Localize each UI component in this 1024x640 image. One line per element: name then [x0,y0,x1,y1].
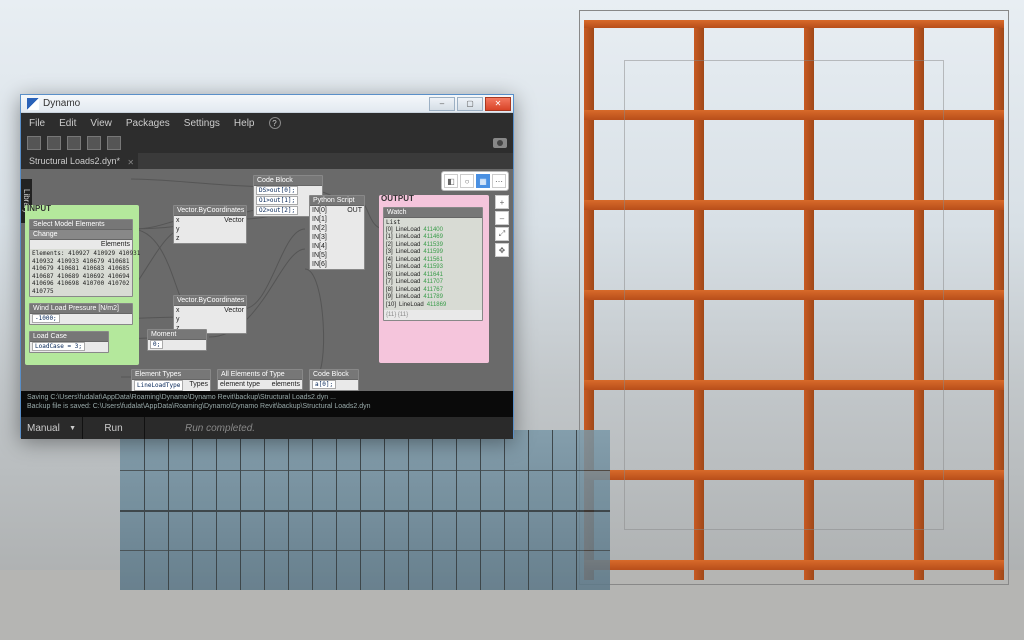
camera-icon[interactable] [493,138,507,148]
view-mode-2[interactable]: ○ [460,174,474,188]
help-icon[interactable]: ? [269,117,281,129]
node-all-elements-of-type[interactable]: All Elements of Type element typeelement… [217,369,303,390]
view-mode-3[interactable]: ▦ [476,174,490,188]
node-moment[interactable]: Moment 0; [147,329,207,351]
close-button[interactable]: ✕ [485,97,511,111]
dynamo-window: Dynamo – ▢ ✕ File Edit View Packages Set… [20,94,514,438]
console: Saving C:\Users\fudalat\AppData\Roaming\… [21,391,513,417]
view-mode-4[interactable]: ⋯ [492,174,506,188]
node-watch[interactable]: Watch List[0]LineLoad411400[1]LineLoad41… [383,207,483,321]
run-button[interactable]: Run [83,417,145,439]
node-select-elements[interactable]: Select Model Elements Change Elements El… [29,219,133,297]
tab-document[interactable]: Structural Loads2.dyn* ✕ [21,153,138,169]
minimize-button[interactable]: – [429,97,455,111]
menu-help[interactable]: Help [234,118,255,129]
glass-building [120,430,610,590]
run-mode-dropdown[interactable]: Manual ▼ [21,417,83,439]
menu-edit[interactable]: Edit [59,118,76,129]
pan-button[interactable]: ✥ [495,243,509,257]
node-vector1[interactable]: Vector.ByCoordinates xVector y z [173,205,247,244]
node-wind-pressure[interactable]: Wind Load Pressure [N/m2] -1000; [29,303,133,325]
menu-settings[interactable]: Settings [184,118,220,129]
redo-button[interactable] [107,136,121,150]
maximize-button[interactable]: ▢ [457,97,483,111]
open-button[interactable] [47,136,61,150]
menubar: File Edit View Packages Settings Help ? [21,113,513,133]
runbar: Manual ▼ Run Run completed. [21,417,513,439]
tabbar: Structural Loads2.dyn* ✕ [21,153,513,169]
watch-list: List[0]LineLoad411400[1]LineLoad411469[2… [384,218,482,310]
toolbar [21,133,513,153]
view-mode-1[interactable]: ◧ [444,174,458,188]
tab-label: Structural Loads2.dyn* [29,156,120,166]
zoom-fit-button[interactable]: ⤢ [495,227,509,241]
app-icon [27,98,39,110]
node-python-script[interactable]: Python Script IN[0]OUT IN[1] IN[2] IN[3]… [309,195,365,270]
window-title: Dynamo [43,98,80,109]
group-input-label: INPUT [27,204,51,213]
run-status: Run completed. [145,423,295,434]
undo-button[interactable] [87,136,101,150]
zoom-out-button[interactable]: – [495,211,509,225]
node-code-block-2[interactable]: Code Block a[0]; [309,369,359,391]
new-button[interactable] [27,136,41,150]
node-element-types[interactable]: Element Types LineLoadTypeTypes [131,369,211,391]
graph-canvas[interactable]: Library ◧ ○ ▦ ⋯ + – ⤢ ✥ [21,169,513,391]
caret-down-icon: ▼ [69,425,76,432]
zoom-in-button[interactable]: + [495,195,509,209]
node-load-case[interactable]: Load Case LoadCase = 3; [29,331,109,353]
menu-packages[interactable]: Packages [126,118,170,129]
titlebar[interactable]: Dynamo – ▢ ✕ [21,95,513,113]
save-button[interactable] [67,136,81,150]
menu-file[interactable]: File [29,118,45,129]
group-output-label: OUTPUT [381,194,414,203]
menu-view[interactable]: View [90,118,112,129]
